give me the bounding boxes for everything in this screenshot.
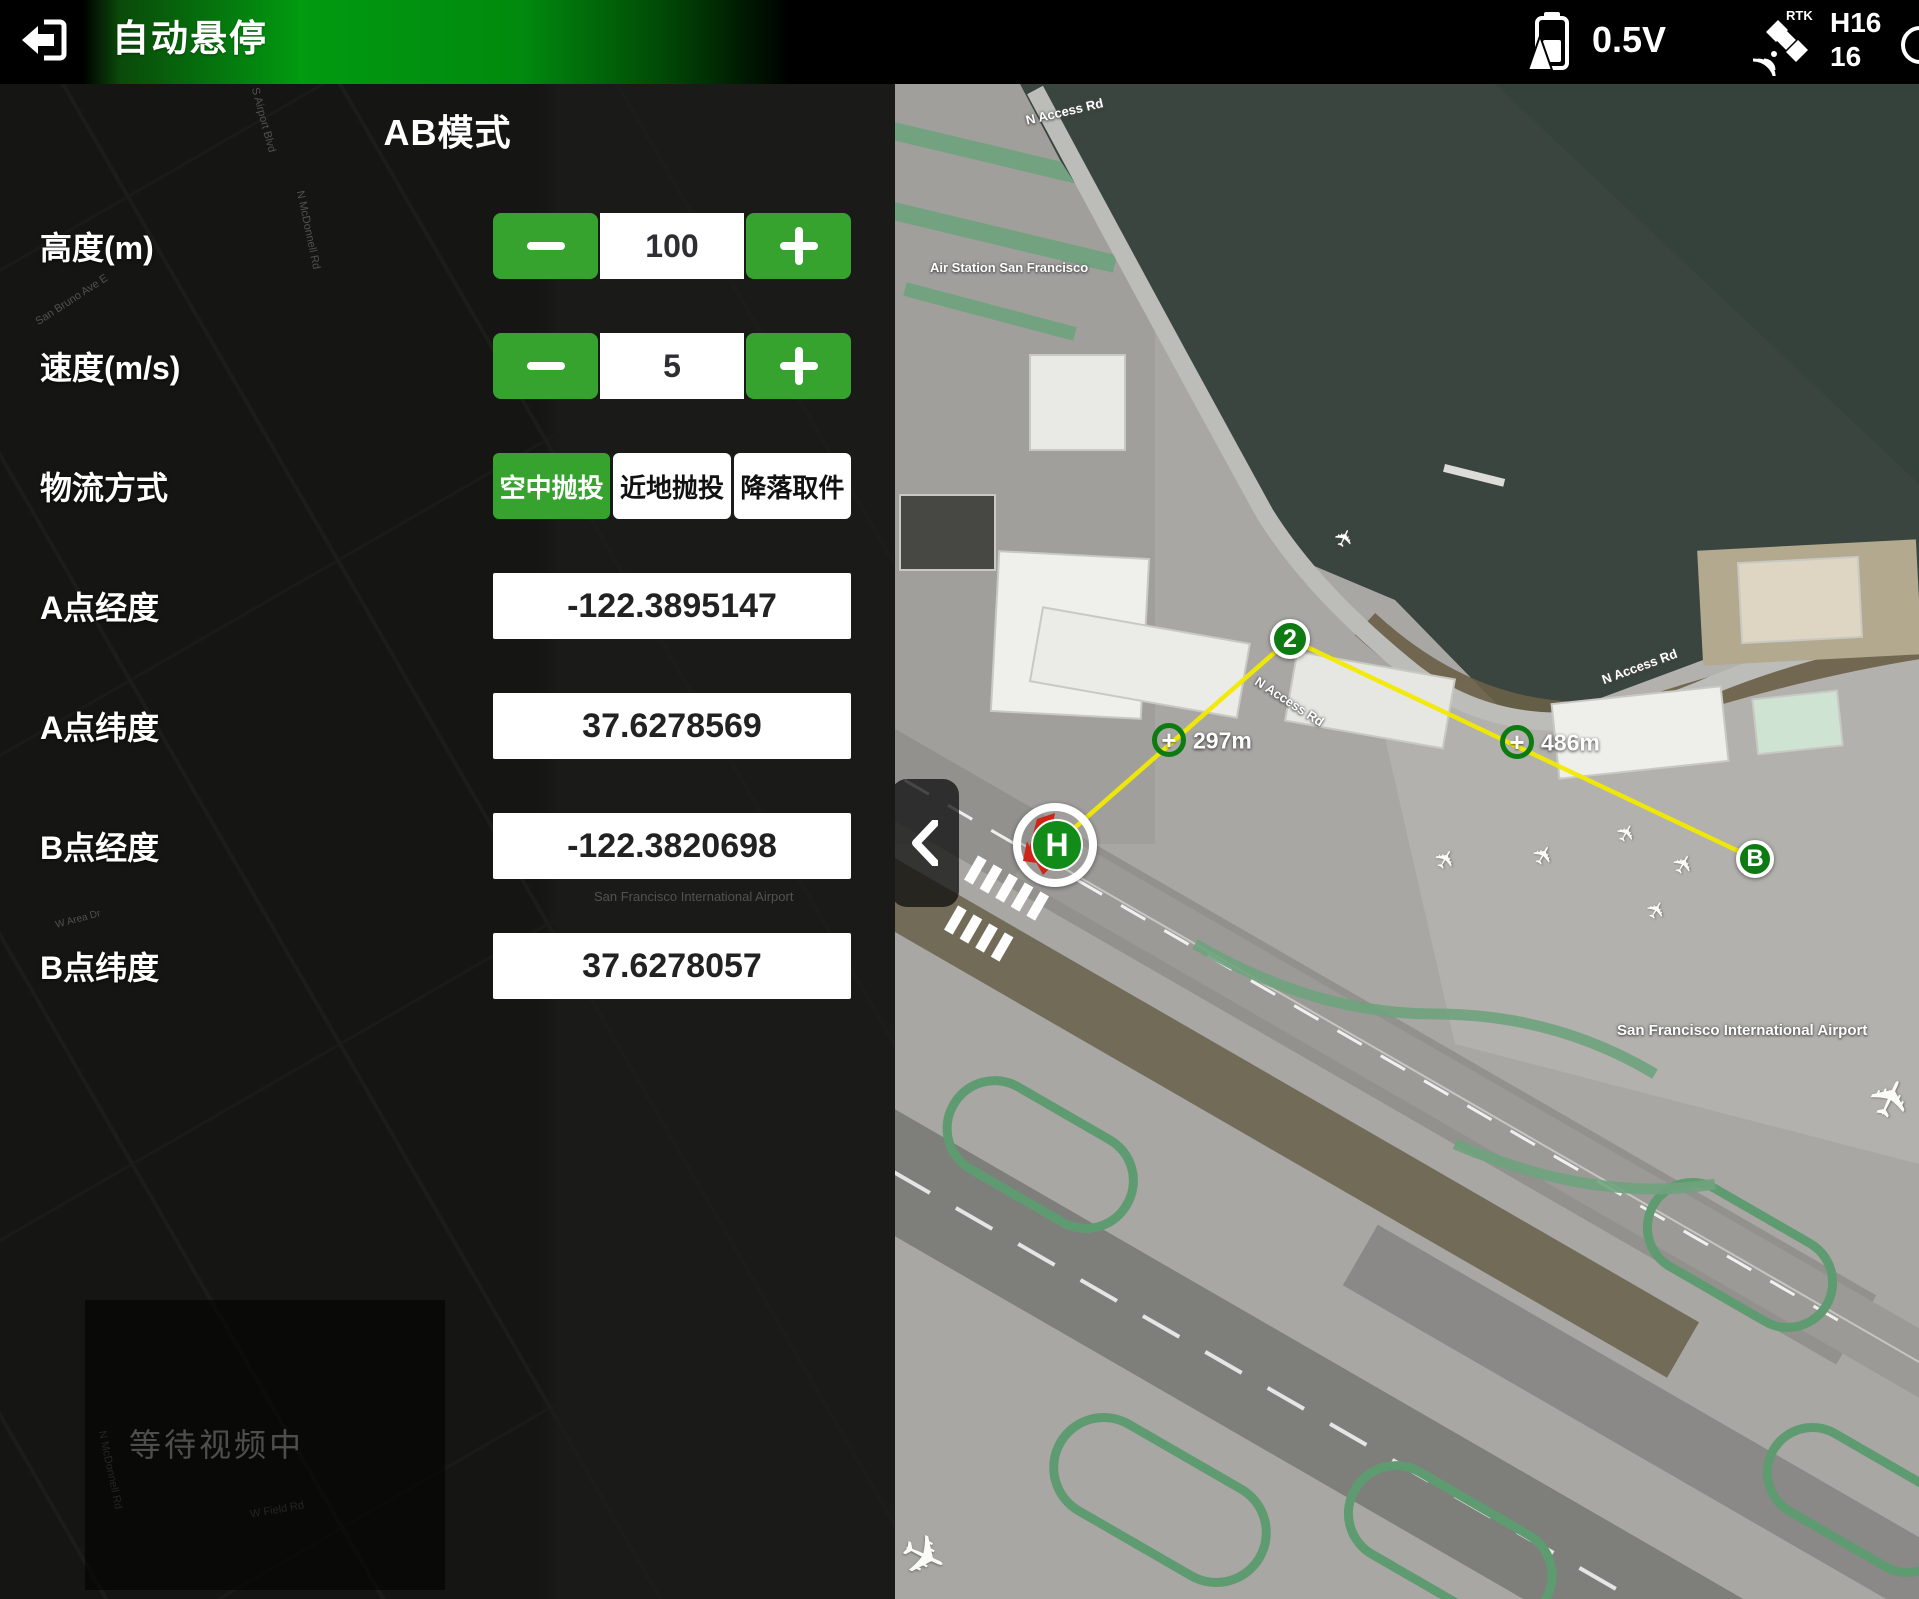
segment2-distance: 486m: [1541, 730, 1600, 757]
logistics-label: 物流方式: [40, 463, 168, 509]
top-bar: 自动悬停 0.5V: [0, 0, 1919, 84]
point-b-lat-label: B点纬度: [40, 943, 159, 989]
home-marker[interactable]: H: [1013, 803, 1097, 887]
chevron-left-icon: [912, 820, 938, 866]
poi-label-sfo: San Francisco International Airport: [1617, 1022, 1867, 1039]
waypoint-2-label: 2: [1283, 625, 1297, 654]
altitude-value[interactable]: 100: [600, 213, 744, 279]
panel-title: AB模式: [0, 104, 895, 156]
segment1-distance: 297m: [1193, 728, 1252, 755]
waypoint-b-marker[interactable]: B: [1736, 840, 1774, 878]
satellite-count: 16: [1830, 40, 1881, 74]
mode-low-drop-button[interactable]: 近地抛投: [613, 453, 730, 519]
plus-icon: +: [1161, 725, 1176, 756]
segment1-midpoint-marker[interactable]: +: [1152, 723, 1186, 757]
mode-land-pickup-button[interactable]: 降落取件: [734, 453, 851, 519]
home-label: H: [1031, 819, 1083, 871]
speed-label: 速度(m/s): [40, 343, 180, 389]
waypoint-b-label: B: [1746, 845, 1763, 873]
back-icon: [14, 12, 70, 68]
battery-voltage: 0.5V: [1592, 0, 1666, 84]
link-id: H16 16: [1830, 6, 1881, 74]
point-b-lon-label: B点经度: [40, 823, 159, 869]
point-b-lon-field[interactable]: -122.3820698: [493, 813, 851, 879]
point-a-lon-field[interactable]: -122.3895147: [493, 573, 851, 639]
link-id-value: H16: [1830, 6, 1881, 40]
altitude-stepper: 100: [493, 213, 851, 279]
plus-icon: +: [1509, 727, 1524, 758]
battery-status: [1522, 8, 1582, 74]
satellite-map[interactable]: N Access Rd N Access Rd N Access Rd Air …: [895, 84, 1919, 1599]
altitude-minus-button[interactable]: [493, 213, 598, 279]
svg-text:RTK: RTK: [1786, 8, 1813, 23]
rtk-status: RTK: [1752, 8, 1818, 76]
point-a-lat-field[interactable]: 37.6278569: [493, 693, 851, 759]
minus-icon: [527, 242, 565, 250]
waypoint-2-marker[interactable]: 2: [1270, 619, 1310, 659]
poi-label-air-station: Air Station San Francisco: [930, 260, 1088, 275]
edge-clipped-icon: [1901, 26, 1919, 64]
point-a-lat-label: A点纬度: [40, 703, 159, 749]
speed-stepper: 5: [493, 333, 851, 399]
mode-air-drop-button[interactable]: 空中抛投: [493, 453, 610, 519]
app-screen: { "colors": { "accent_green": "#36a32f",…: [0, 0, 1919, 1599]
altitude-label: 高度(m): [40, 223, 154, 269]
logistics-mode-group: 空中抛投 近地抛投 降落取件: [493, 453, 851, 519]
airport-label-dim: San Francisco International Airport: [594, 889, 793, 904]
plus-icon: [780, 362, 818, 370]
point-a-lon-label: A点经度: [40, 583, 159, 629]
altitude-plus-button[interactable]: [746, 213, 851, 279]
point-b-lat-field[interactable]: 37.6278057: [493, 933, 851, 999]
speed-minus-button[interactable]: [493, 333, 598, 399]
back-button[interactable]: [14, 12, 70, 68]
rtk-satellite-icon: RTK: [1752, 8, 1818, 76]
page-title: 自动悬停: [112, 0, 268, 84]
plus-icon: [780, 242, 818, 250]
mission-panel: S Airport Blvd N McDonnell Rd San Bruno …: [0, 84, 895, 1599]
minus-icon: [527, 362, 565, 370]
speed-plus-button[interactable]: [746, 333, 851, 399]
speed-value[interactable]: 5: [600, 333, 744, 399]
battery-icon: [1522, 8, 1582, 74]
segment2-midpoint-marker[interactable]: +: [1500, 725, 1534, 759]
video-status-text: 等待视频中: [129, 1420, 304, 1466]
panel-collapse-handle[interactable]: [895, 779, 959, 907]
